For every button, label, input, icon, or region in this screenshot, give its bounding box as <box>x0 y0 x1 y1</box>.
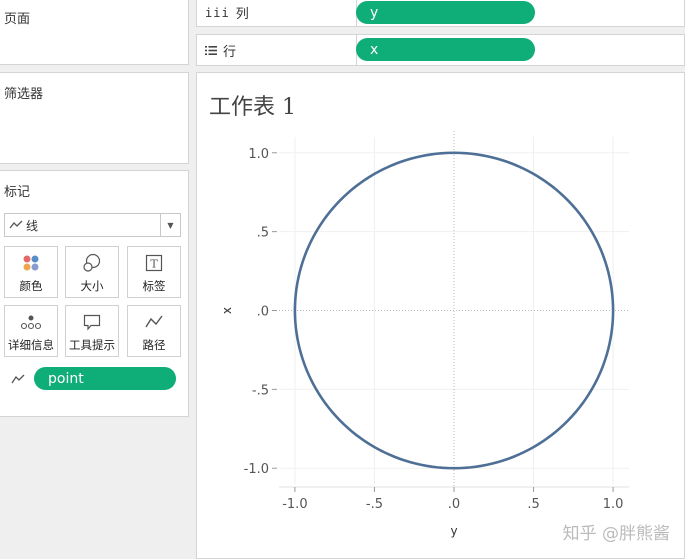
detail-icon <box>20 312 42 332</box>
path-button[interactable]: 路径 <box>127 305 181 357</box>
svg-text:T: T <box>150 258 158 271</box>
y-tick-label: .0 <box>257 305 269 320</box>
columns-field-text: y <box>370 4 379 21</box>
path-field-pill[interactable]: point <box>34 367 176 390</box>
y-axis-title: x <box>220 307 234 314</box>
x-tick-label: -1.0 <box>282 497 307 512</box>
mark-type-label: 线 <box>26 218 39 233</box>
columns-shelf-label: iii 列 <box>205 3 249 23</box>
filters-card[interactable]: 筛选器 <box>0 72 189 164</box>
x-tick-label: 1.0 <box>603 497 624 512</box>
watermark: 知乎 @胖熊酱 <box>562 524 670 544</box>
x-tick-label: .5 <box>527 497 539 512</box>
size-icon <box>81 253 103 273</box>
path-field-text: point <box>48 370 84 387</box>
x-tick-label: .0 <box>448 497 460 512</box>
line-mark-icon <box>9 220 23 229</box>
rows-icon <box>205 46 217 55</box>
path-field-icon <box>11 374 25 384</box>
filters-title: 筛选器 <box>4 87 44 102</box>
size-button[interactable]: 大小 <box>65 246 119 298</box>
tooltip-button-label: 工具提示 <box>69 338 115 352</box>
tableau-window: 页面 筛选器 标记 线 ▼ 颜色 大小 T 标签 详细信息 工具提示 路径 po… <box>0 0 685 559</box>
tooltip-button[interactable]: 工具提示 <box>65 305 119 357</box>
x-axis-title: y <box>450 524 457 538</box>
color-button-label: 颜色 <box>19 279 43 293</box>
color-button[interactable]: 颜色 <box>4 246 58 298</box>
y-tick-label: 1.0 <box>248 147 269 162</box>
label-button-label: 标签 <box>142 279 166 293</box>
label-button[interactable]: T 标签 <box>127 246 181 298</box>
rows-shelf-label: 行 <box>205 41 236 60</box>
x-tick-label: -.5 <box>366 497 383 512</box>
y-tick-label: .5 <box>257 226 269 241</box>
path-button-label: 路径 <box>142 338 166 352</box>
path-icon <box>143 312 165 332</box>
columns-icon: iii <box>205 5 230 20</box>
tooltip-icon <box>81 312 103 332</box>
marks-card: 标记 线 ▼ 颜色 大小 T 标签 详细信息 工具提示 路径 point <box>0 170 189 417</box>
y-tick-label: -1.0 <box>244 462 269 477</box>
mark-type-dropdown[interactable]: 线 ▼ <box>4 213 181 237</box>
rows-field-text: x <box>370 41 379 58</box>
columns-label-text: 列 <box>235 7 249 22</box>
size-button-label: 大小 <box>80 279 104 293</box>
pages-title: 页面 <box>4 12 31 27</box>
y-tick-label: -.5 <box>252 383 269 398</box>
worksheet-view[interactable]: 工作表 1 1.0.5.0 -.5 -1.0 -1.0 -.5.0.5 1.0 y x 知乎 … <box>196 72 685 559</box>
rows-label-text: 行 <box>223 45 237 60</box>
marks-title: 标记 <box>4 185 31 200</box>
label-icon: T <box>143 253 165 273</box>
color-icon <box>20 253 42 273</box>
pages-card: 页面 <box>0 0 189 65</box>
columns-field-pill[interactable]: y <box>356 1 535 24</box>
detail-button[interactable]: 详细信息 <box>4 305 58 357</box>
rows-field-pill[interactable]: x <box>356 38 535 61</box>
chevron-down-icon[interactable]: ▼ <box>160 214 180 236</box>
circle-line-chart[interactable]: 1.0 .5 .0 -.5 -1.0 -1.0 -.5 .0 .5 1.0 y x <box>197 73 684 558</box>
detail-button-label: 详细信息 <box>8 338 54 352</box>
